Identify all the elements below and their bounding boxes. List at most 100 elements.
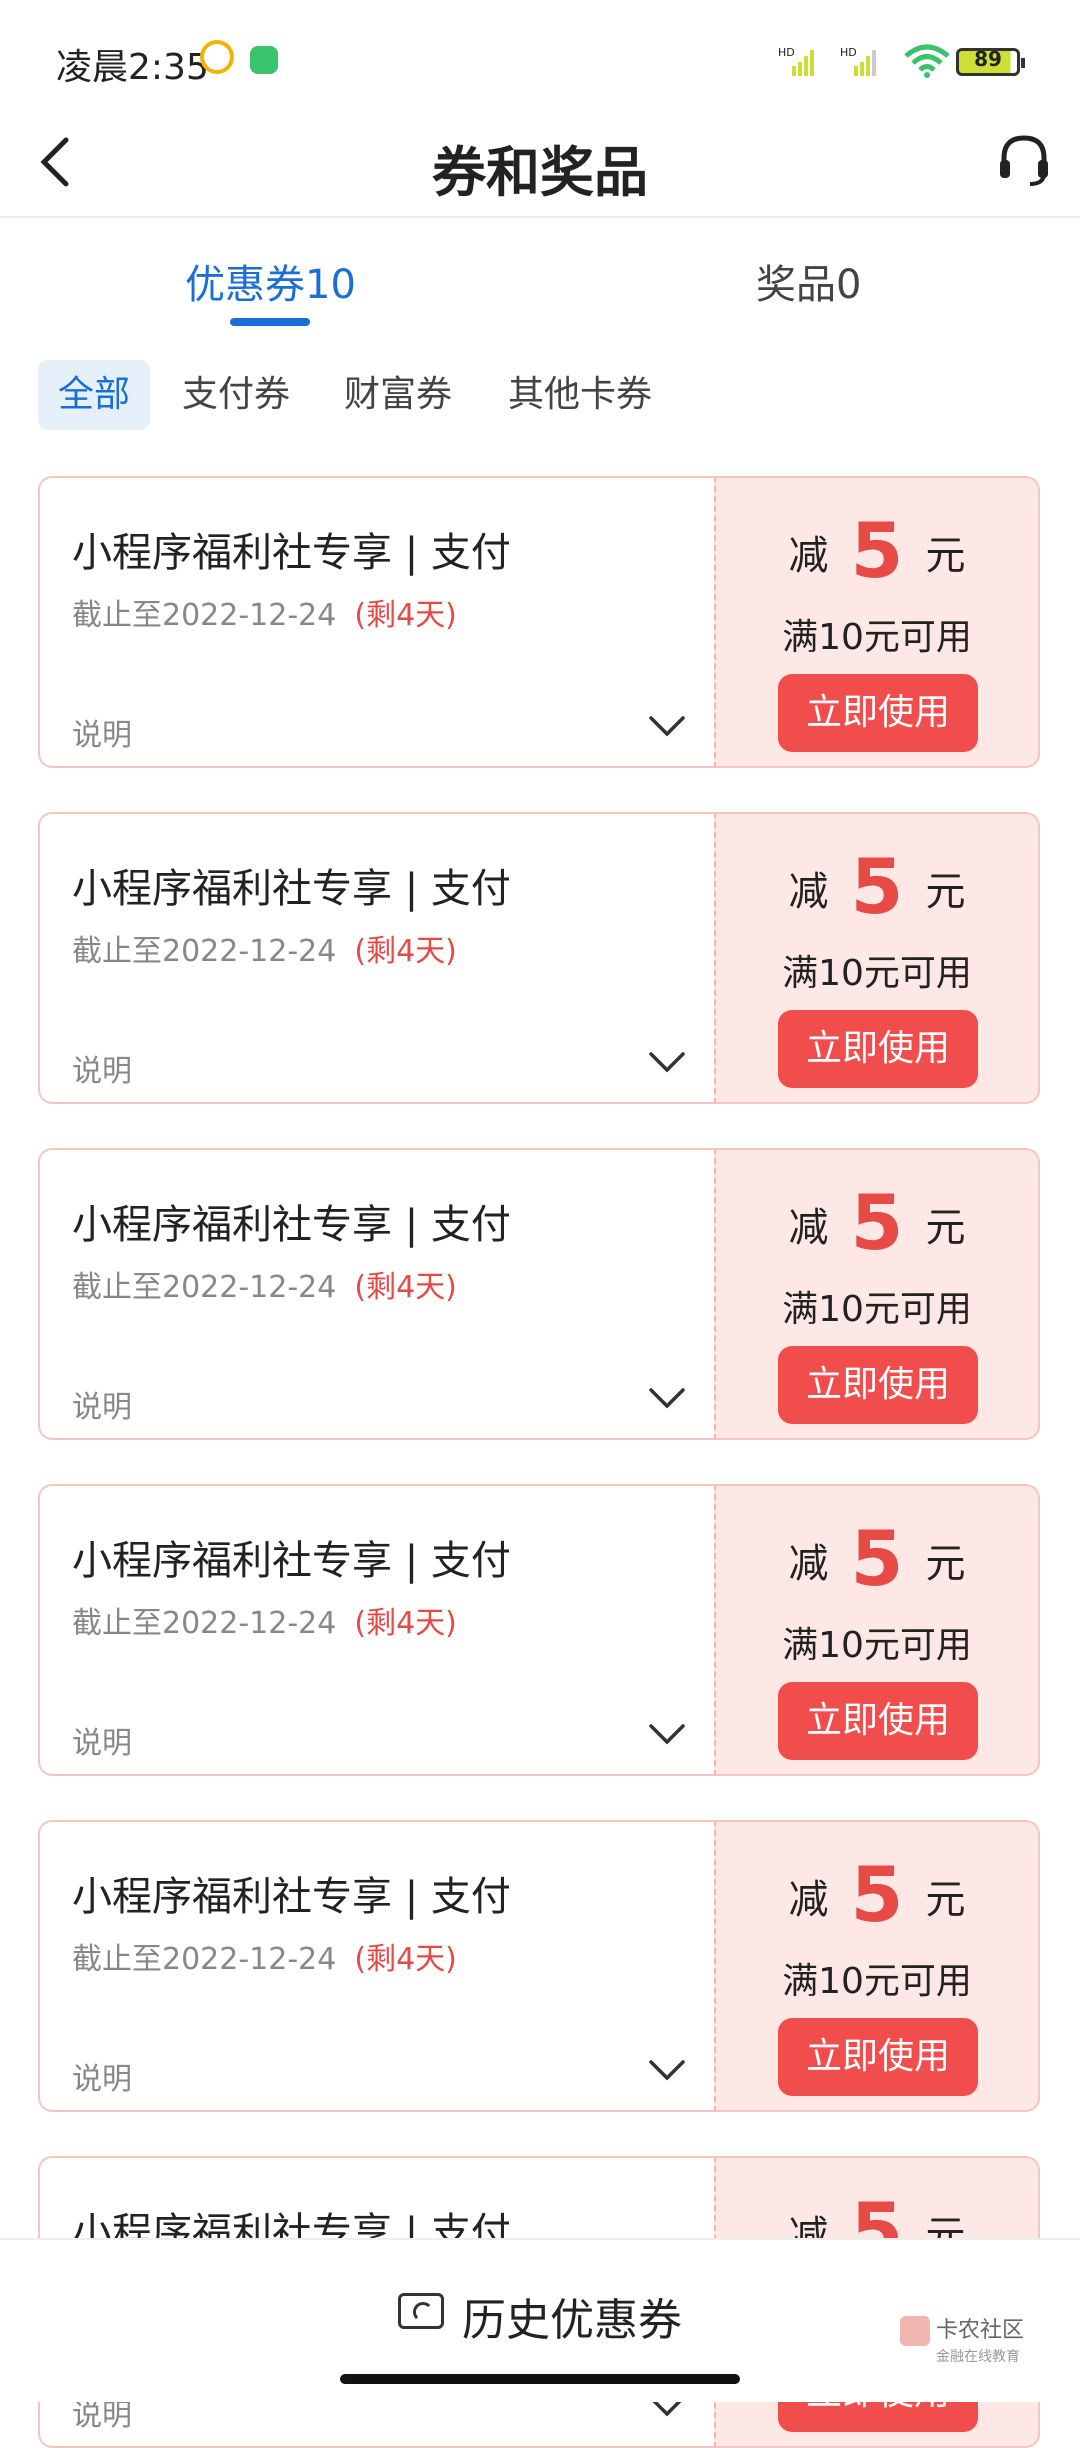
minus-label: 减 [788,1541,829,1587]
bottom-bar: 历史优惠券 卡农社区金融在线教育 [0,2238,1080,2402]
coupon-name: 小程序福利社专享 | 支付 [72,1202,511,1248]
battery-level: 89 [974,47,1002,71]
coupon-value-panel: 减5元 满10元可用 立即使用 [714,812,1040,1104]
chip-other[interactable]: 其他卡券 [508,360,652,430]
svg-text:HD: HD [778,46,795,59]
expiry-date: 截止至2022-12-24 [72,1270,337,1305]
battery-icon: 89 [956,47,1025,76]
coupon-card: 小程序福利社专享 | 支付 截止至2022-12-24 (剩4天) 说明 减5元 … [38,1484,1040,1776]
watermark-text: 卡农社区 [936,2318,1025,2343]
coupon-condition: 满10元可用 [782,953,972,994]
history-label: 历史优惠券 [462,2295,682,2346]
coupon-value-panel: 减5元 满10元可用 立即使用 [714,476,1040,768]
amount-value: 5 [850,842,904,931]
use-now-button[interactable]: 立即使用 [778,674,978,752]
amount-unit: 元 [925,1205,966,1251]
watermark-subtext: 金融在线教育 [936,2349,1020,2365]
coupon-amount: 减5元 [716,842,1038,931]
svg-text:HD: HD [840,46,857,59]
days-remaining: (剩4天) [354,1270,457,1305]
days-remaining: (剩4天) [354,1942,457,1977]
coupon-expiry: 截止至2022-12-24 (剩4天) [72,1934,457,1978]
coupon-info: 小程序福利社专享 | 支付 截止至2022-12-24 (剩4天) 说明 [38,1820,714,2112]
expiry-date: 截止至2022-12-24 [72,1942,337,1977]
coupon-value-panel: 减5元 满10元可用 立即使用 [714,1148,1040,1440]
ticket-icon [398,2293,444,2329]
filter-chips: 全部 支付券 财富券 其他卡券 [0,360,1080,432]
days-remaining: (剩4天) [354,598,457,633]
coupon-name: 小程序福利社专享 | 支付 [72,1538,511,1584]
days-remaining: (剩4天) [354,1606,457,1641]
signal-icon: HD [778,46,814,76]
coupon-description-toggle[interactable]: 说明 [72,1046,132,1090]
coupon-name: 小程序福利社专享 | 支付 [72,1874,511,1920]
coupon-card: 小程序福利社专享 | 支付 截止至2022-12-24 (剩4天) 说明 减5元 … [38,1820,1040,2112]
coupon-amount: 减5元 [716,1850,1038,1939]
coupon-expiry: 截止至2022-12-24 (剩4天) [72,926,457,970]
chevron-down-icon[interactable] [648,714,686,738]
chevron-down-icon[interactable] [648,1050,686,1074]
amount-value: 5 [850,506,904,595]
coupon-card: 小程序福利社专享 | 支付 截止至2022-12-24 (剩4天) 说明 减5元 … [38,476,1040,768]
use-now-button[interactable]: 立即使用 [778,1682,978,1760]
coupon-value-panel: 减5元 满10元可用 立即使用 [714,1484,1040,1776]
amount-unit: 元 [925,869,966,915]
coupon-description-toggle[interactable]: 说明 [72,1382,132,1426]
coupon-value-panel: 减5元 满10元可用 立即使用 [714,1820,1040,2112]
coupon-info: 小程序福利社专享 | 支付 截止至2022-12-24 (剩4天) 说明 [38,1484,714,1776]
chevron-down-icon[interactable] [648,1722,686,1746]
coupon-card: 小程序福利社专享 | 支付 截止至2022-12-24 (剩4天) 说明 减5元 … [38,1148,1040,1440]
amount-value: 5 [850,1178,904,1267]
minus-label: 减 [788,1877,829,1923]
expiry-date: 截止至2022-12-24 [72,934,337,969]
coupon-description-toggle[interactable]: 说明 [72,710,132,754]
expiry-date: 截止至2022-12-24 [72,1606,337,1641]
amount-value: 5 [850,1514,904,1603]
use-now-button[interactable]: 立即使用 [778,1010,978,1088]
coupon-condition: 满10元可用 [782,617,972,658]
coupon-info: 小程序福利社专享 | 支付 截止至2022-12-24 (剩4天) 说明 [38,1148,714,1440]
amount-unit: 元 [925,1541,966,1587]
status-bar: 凌晨2:35 HD HD 89 [0,0,1080,110]
chevron-down-icon[interactable] [648,1386,686,1410]
amount-unit: 元 [925,533,966,579]
wifi-icon [904,44,950,78]
kanong-logo-icon [900,2316,930,2346]
chip-payment[interactable]: 支付券 [182,360,290,430]
use-now-button[interactable]: 立即使用 [778,1346,978,1424]
chip-wealth[interactable]: 财富券 [344,360,452,430]
coupon-amount: 减5元 [716,1178,1038,1267]
coupon-info: 小程序福利社专享 | 支付 截止至2022-12-24 (剩4天) 说明 [38,476,714,768]
coupon-description-toggle[interactable]: 说明 [72,2054,132,2098]
app-notification-icon [250,46,278,74]
coupon-condition: 满10元可用 [782,1961,972,2002]
coupon-name: 小程序福利社专享 | 支付 [72,530,511,576]
tab-prizes[interactable]: 奖品0 [756,252,861,310]
tab-indicator [230,318,310,326]
coupon-expiry: 截止至2022-12-24 (剩4天) [72,1262,457,1306]
chip-all[interactable]: 全部 [38,360,151,430]
tab-bar: 优惠券10 奖品0 [0,222,1080,332]
minus-label: 减 [788,533,829,579]
coupon-name: 小程序福利社专享 | 支付 [72,866,511,912]
home-indicator[interactable] [340,2374,740,2384]
amount-value: 5 [850,1850,904,1939]
customer-service-icon[interactable] [994,130,1054,190]
days-remaining: (剩4天) [354,934,457,969]
coupon-description-toggle[interactable]: 说明 [72,1718,132,1762]
coupon-amount: 减5元 [716,506,1038,595]
coupon-card: 小程序福利社专享 | 支付 截止至2022-12-24 (剩4天) 说明 减5元 … [38,812,1040,1104]
expiry-date: 截止至2022-12-24 [72,598,337,633]
minus-label: 减 [788,869,829,915]
chevron-down-icon[interactable] [648,2058,686,2082]
amount-unit: 元 [925,1877,966,1923]
signal-icon-2: HD [840,46,876,76]
watermark-logo: 卡农社区金融在线教育 [900,2312,1024,2366]
nav-bar: 券和奖品 [0,110,1080,218]
coupon-amount: 减5元 [716,1514,1038,1603]
minus-label: 减 [788,1205,829,1251]
tab-coupons[interactable]: 优惠券10 [185,252,356,310]
use-now-button[interactable]: 立即使用 [778,2018,978,2096]
coupon-condition: 满10元可用 [782,1625,972,1666]
coupon-expiry: 截止至2022-12-24 (剩4天) [72,590,457,634]
